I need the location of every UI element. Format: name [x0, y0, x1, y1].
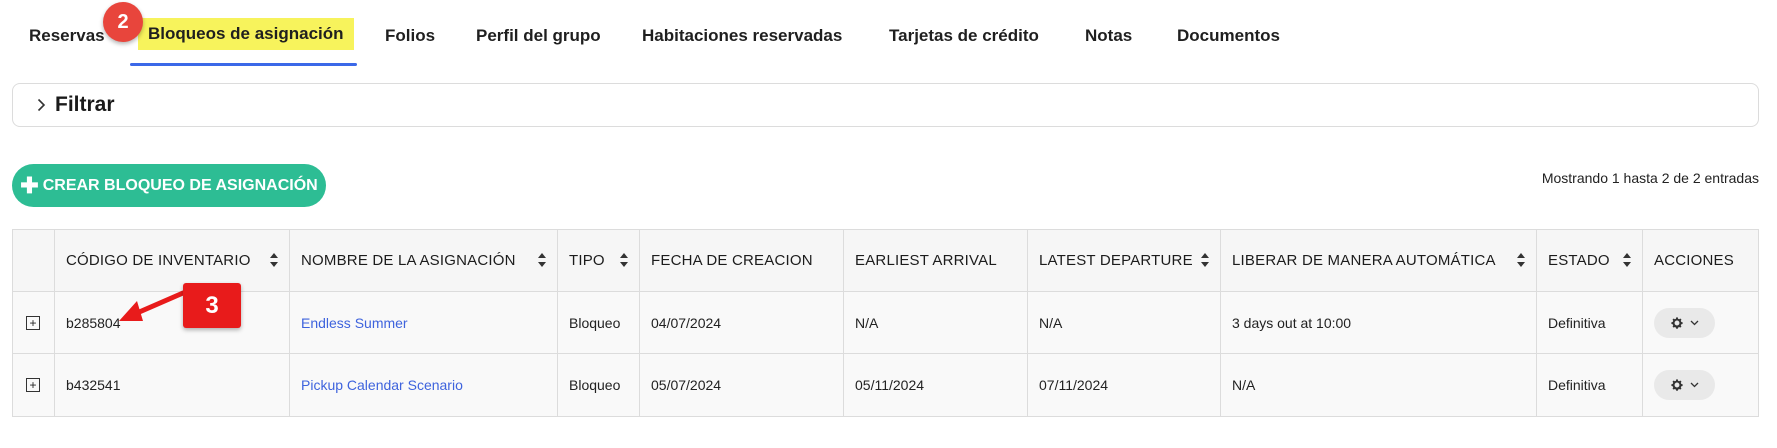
chevron-down-icon [1690, 382, 1699, 388]
expand-row-icon[interactable]: + [26, 378, 40, 392]
header-label: CÓDIGO DE INVENTARIO [66, 252, 251, 269]
header-acciones: ACCIONES [1643, 230, 1758, 291]
actions-dropdown-button[interactable] [1654, 307, 1715, 338]
expand-cell: + [13, 292, 55, 353]
cell-latest-departure: 07/11/2024 [1028, 354, 1221, 416]
table-row: + b285804 Endless Summer Bloqueo 04/07/2… [13, 292, 1758, 354]
allocation-name-link[interactable]: Endless Summer [301, 315, 408, 331]
cell-latest-departure: N/A [1028, 292, 1221, 353]
header-earliest-arrival[interactable]: EARLIEST ARRIVAL [844, 230, 1028, 291]
tab-habitaciones-reservadas[interactable]: Habitaciones reservadas [642, 26, 842, 46]
header-liberar[interactable]: LIBERAR DE MANERA AUTOMÁTICA [1221, 230, 1537, 291]
header-codigo[interactable]: CÓDIGO DE INVENTARIO [55, 230, 290, 291]
header-latest-departure[interactable]: LATEST DEPARTURE [1028, 230, 1221, 291]
tab-reservas[interactable]: Reservas [29, 26, 105, 46]
allocation-blocks-table: CÓDIGO DE INVENTARIO NOMBRE DE LA ASIGNA… [12, 229, 1759, 417]
table-row: + b432541 Pickup Calendar Scenario Bloqu… [13, 354, 1758, 416]
header-estado[interactable]: ESTADO [1537, 230, 1643, 291]
header-label: LATEST DEPARTURE [1039, 252, 1193, 269]
cell-tipo: Bloqueo [558, 354, 640, 416]
cell-acciones [1643, 354, 1758, 416]
sort-icon [1623, 253, 1631, 267]
sort-icon [620, 253, 628, 267]
cell-liberar: 3 days out at 10:00 [1221, 292, 1537, 353]
header-tipo[interactable]: TIPO [558, 230, 640, 291]
tab-folios[interactable]: Folios [385, 26, 435, 46]
cell-fecha-creacion: 05/07/2024 [640, 354, 844, 416]
plus-icon: ✚ [20, 172, 39, 198]
allocation-name-link[interactable]: Pickup Calendar Scenario [301, 377, 463, 393]
tab-perfil-del-grupo[interactable]: Perfil del grupo [476, 26, 601, 46]
chevron-down-icon [1690, 320, 1699, 325]
tab-label: Bloqueos de asignación [148, 24, 344, 43]
cell-estado: Definitiva [1537, 354, 1643, 416]
cell-nombre: Pickup Calendar Scenario [290, 354, 558, 416]
cell-fecha-creacion: 04/07/2024 [640, 292, 844, 353]
tab-notas[interactable]: Notas [1085, 26, 1132, 46]
active-tab-indicator [130, 63, 357, 66]
header-label: TIPO [569, 252, 605, 269]
cell-liberar: N/A [1221, 354, 1537, 416]
expand-cell: + [13, 354, 55, 416]
step-3-badge: 3 [183, 283, 241, 328]
cell-earliest-arrival: N/A [844, 292, 1028, 353]
sort-icon [538, 253, 546, 267]
table-header-row: CÓDIGO DE INVENTARIO NOMBRE DE LA ASIGNA… [13, 230, 1758, 292]
cell-acciones [1643, 292, 1758, 353]
cell-nombre: Endless Summer [290, 292, 558, 353]
expand-row-icon[interactable]: + [26, 315, 40, 330]
entries-count: Mostrando 1 hasta 2 de 2 entradas [1541, 170, 1759, 186]
actions-dropdown-button[interactable] [1654, 370, 1715, 400]
sort-icon [1201, 253, 1209, 267]
tab-bloqueos-de-asignacion[interactable]: Bloqueos de asignación [138, 18, 354, 50]
sort-icon [1517, 253, 1525, 267]
header-label: ESTADO [1548, 252, 1610, 269]
gear-icon [1671, 316, 1683, 329]
header-nombre[interactable]: NOMBRE DE LA ASIGNACIÓN [290, 230, 558, 291]
cell-tipo: Bloqueo [558, 292, 640, 353]
tab-tarjetas-de-credito[interactable]: Tarjetas de crédito [889, 26, 1039, 46]
annotation-arrow-icon [119, 290, 186, 321]
create-button-label: CREAR BLOQUEO DE ASIGNACIÓN [42, 176, 318, 194]
filter-panel[interactable]: Filtrar [12, 83, 1759, 127]
tab-bar: Reservas Bloqueos de asignación Folios P… [0, 0, 1777, 70]
header-expand [13, 230, 55, 291]
header-label: FECHA DE CREACION [651, 252, 813, 269]
cell-earliest-arrival: 05/11/2024 [844, 354, 1028, 416]
header-label: EARLIEST ARRIVAL [855, 252, 997, 269]
cell-codigo: b432541 [55, 354, 290, 416]
header-label: NOMBRE DE LA ASIGNACIÓN [301, 252, 516, 269]
sort-icon [270, 253, 278, 267]
header-label: ACCIONES [1654, 252, 1734, 269]
gear-icon [1671, 379, 1683, 391]
tab-documentos[interactable]: Documentos [1177, 26, 1280, 46]
filter-label: Filtrar [55, 93, 115, 116]
header-fecha-creacion[interactable]: FECHA DE CREACION [640, 230, 844, 291]
create-allocation-block-button[interactable]: ✚ CREAR BLOQUEO DE ASIGNACIÓN [12, 164, 326, 207]
cell-estado: Definitiva [1537, 292, 1643, 353]
step-2-badge: 2 [103, 2, 143, 42]
chevron-right-icon [33, 97, 49, 113]
header-label: LIBERAR DE MANERA AUTOMÁTICA [1232, 252, 1496, 269]
